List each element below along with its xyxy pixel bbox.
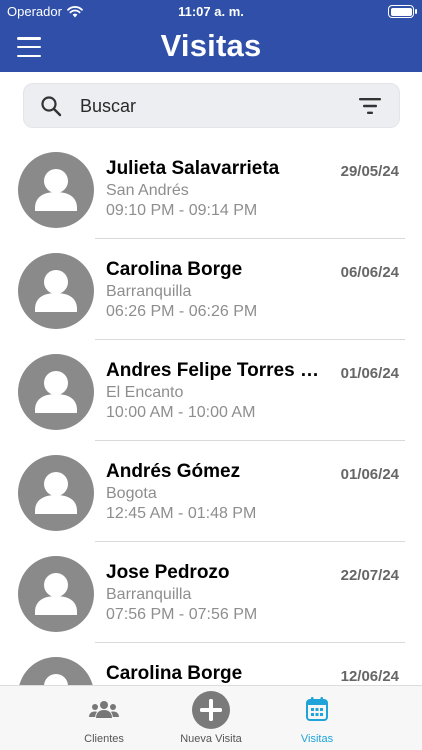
tab-bar: Clientes Nueva Visita Visitas (0, 685, 422, 750)
avatar (18, 152, 94, 228)
list-item[interactable]: Julieta Salavarrieta San Andrés 09:10 PM… (0, 138, 422, 239)
visit-city: Bogota (106, 485, 157, 502)
page-title: Visitas (160, 28, 262, 63)
search-bar (23, 83, 400, 128)
visit-time-range: 06:26 PM - 06:26 PM (106, 303, 258, 320)
visit-date: 01/06/24 (340, 365, 399, 382)
tab-visitas-label: Visitas (300, 733, 334, 745)
visit-date: 12/06/24 (340, 668, 399, 685)
tab-clientes[interactable]: Clientes (64, 686, 144, 750)
visit-client-name: Andres Felipe Torres Castro (106, 360, 328, 381)
visit-time-range: 09:10 PM - 09:14 PM (106, 202, 258, 219)
visit-time-range: 10:00 AM - 10:00 AM (106, 404, 256, 421)
visit-date: 29/05/24 (340, 163, 399, 180)
tab-visitas[interactable]: Visitas (282, 686, 352, 750)
status-time: 11:07 a. m. (178, 4, 244, 19)
list-item[interactable]: Carolina Borge 12/06/24 (0, 643, 422, 685)
visit-client-name: Carolina Borge (106, 259, 243, 280)
person-icon (44, 674, 68, 685)
tab-nueva-visita-label: Nueva Visita (180, 733, 242, 745)
avatar (18, 657, 94, 685)
tab-clientes-label: Clientes (84, 733, 124, 745)
visit-city: El Encanto (106, 384, 184, 401)
list-item[interactable]: Andres Felipe Torres Castro El Encanto 1… (0, 340, 422, 441)
visits-list: Julieta Salavarrieta San Andrés 09:10 PM… (0, 138, 422, 685)
visit-client-name: Julieta Salavarrieta (106, 158, 280, 179)
avatar (18, 253, 94, 329)
person-icon (35, 169, 77, 211)
person-icon (35, 472, 77, 514)
visit-city: Barranquilla (106, 283, 192, 300)
people-icon (89, 701, 119, 718)
list-item[interactable]: Andrés Gómez Bogota 12:45 AM - 01:48 PM … (0, 441, 422, 542)
filter-icon[interactable] (359, 98, 381, 114)
search-icon[interactable] (40, 95, 62, 117)
search-input[interactable] (80, 93, 340, 119)
visit-city: Barranquilla (106, 586, 192, 603)
person-icon (35, 371, 77, 413)
visit-time-range: 07:56 PM - 07:56 PM (106, 606, 258, 623)
person-icon (35, 270, 77, 312)
visit-client-name: Andrés Gómez (106, 461, 241, 482)
visit-client-name: Jose Pedrozo (106, 562, 230, 583)
visit-city: San Andrés (106, 182, 189, 199)
visit-time-range: 12:45 AM - 01:48 PM (106, 505, 257, 522)
visit-client-name: Carolina Borge (106, 663, 243, 684)
calendar-icon (306, 697, 328, 721)
visit-date: 01/06/24 (340, 466, 399, 483)
tab-nueva-visita[interactable]: Nueva Visita (166, 686, 256, 750)
list-item[interactable]: Carolina Borge Barranquilla 06:26 PM - 0… (0, 239, 422, 340)
status-bar: Operador 11:07 a. m. (0, 0, 422, 24)
person-icon (35, 573, 77, 615)
visit-date: 06/06/24 (340, 264, 399, 281)
battery-icon (388, 5, 417, 18)
avatar (18, 556, 94, 632)
list-item[interactable]: Jose Pedrozo Barranquilla 07:56 PM - 07:… (0, 542, 422, 643)
app-header: Operador 11:07 a. m. Visitas (0, 0, 422, 72)
plus-circle-icon (192, 691, 230, 729)
visit-date: 22/07/24 (340, 567, 399, 584)
avatar (18, 455, 94, 531)
avatar (18, 354, 94, 430)
